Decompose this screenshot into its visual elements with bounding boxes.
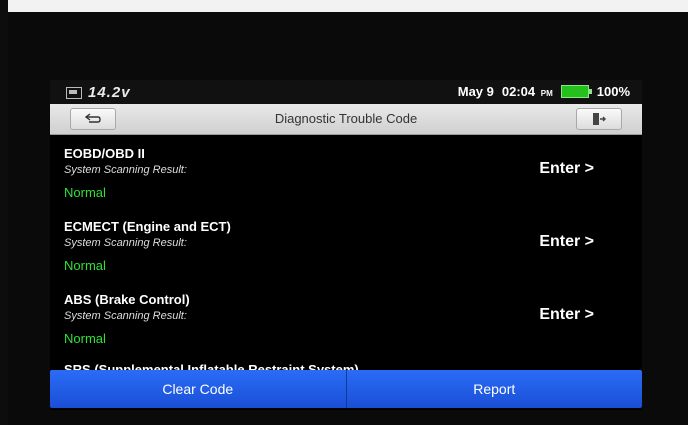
bottom-action-bar: Clear Code Report <box>50 370 642 408</box>
system-name: ECMECT (Engine and ECT) <box>64 219 231 234</box>
device-screen: 14.2v May 9 02:04 PM 100% Diagnostic Tro… <box>50 80 642 410</box>
system-name: ABS (Brake Control) <box>64 292 190 307</box>
system-item-ecmect[interactable]: ECMECT (Engine and ECT) System Scanning … <box>50 209 642 282</box>
system-subtitle: System Scanning Result: <box>64 310 187 322</box>
system-item-abs[interactable]: ABS (Brake Control) System Scanning Resu… <box>50 282 642 355</box>
exit-icon <box>593 113 606 125</box>
enter-button[interactable]: Enter > <box>539 233 594 251</box>
exit-button[interactable] <box>576 108 622 130</box>
system-item-eobd[interactable]: EOBD/OBD II System Scanning Result: Norm… <box>50 136 642 209</box>
system-status: Normal <box>64 258 106 273</box>
system-status: Normal <box>64 185 106 200</box>
status-bar: 14.2v May 9 02:04 PM 100% <box>50 80 642 104</box>
system-list: EOBD/OBD II System Scanning Result: Norm… <box>50 136 642 355</box>
page-title: Diagnostic Trouble Code <box>274 111 418 126</box>
system-name: EOBD/OBD II <box>64 146 145 161</box>
vehicle-battery-icon <box>66 86 82 99</box>
status-time-suffix: PM <box>540 89 553 98</box>
status-right: May 9 02:04 PM 100% <box>458 84 630 99</box>
enter-button[interactable]: Enter > <box>539 306 594 324</box>
system-subtitle: System Scanning Result: <box>64 237 187 249</box>
status-time-wrap: 02:04 PM <box>502 84 553 99</box>
status-time: 02:04 <box>501 84 536 99</box>
voltage-value: 14.2v <box>88 84 131 101</box>
system-subtitle: System Scanning Result: <box>64 164 187 176</box>
clear-code-button[interactable]: Clear Code <box>50 370 346 408</box>
title-bar: Diagnostic Trouble Code <box>50 104 642 135</box>
device-bezel-side <box>0 0 8 425</box>
voltage-indicator: 14.2v <box>66 84 131 101</box>
device-bezel-top <box>0 0 688 12</box>
battery-icon <box>560 85 592 98</box>
status-date: May 9 <box>457 84 494 99</box>
report-button[interactable]: Report <box>347 370 643 408</box>
enter-button[interactable]: Enter > <box>539 160 594 178</box>
battery-percent: 100% <box>596 84 630 99</box>
system-status: Normal <box>64 331 106 346</box>
